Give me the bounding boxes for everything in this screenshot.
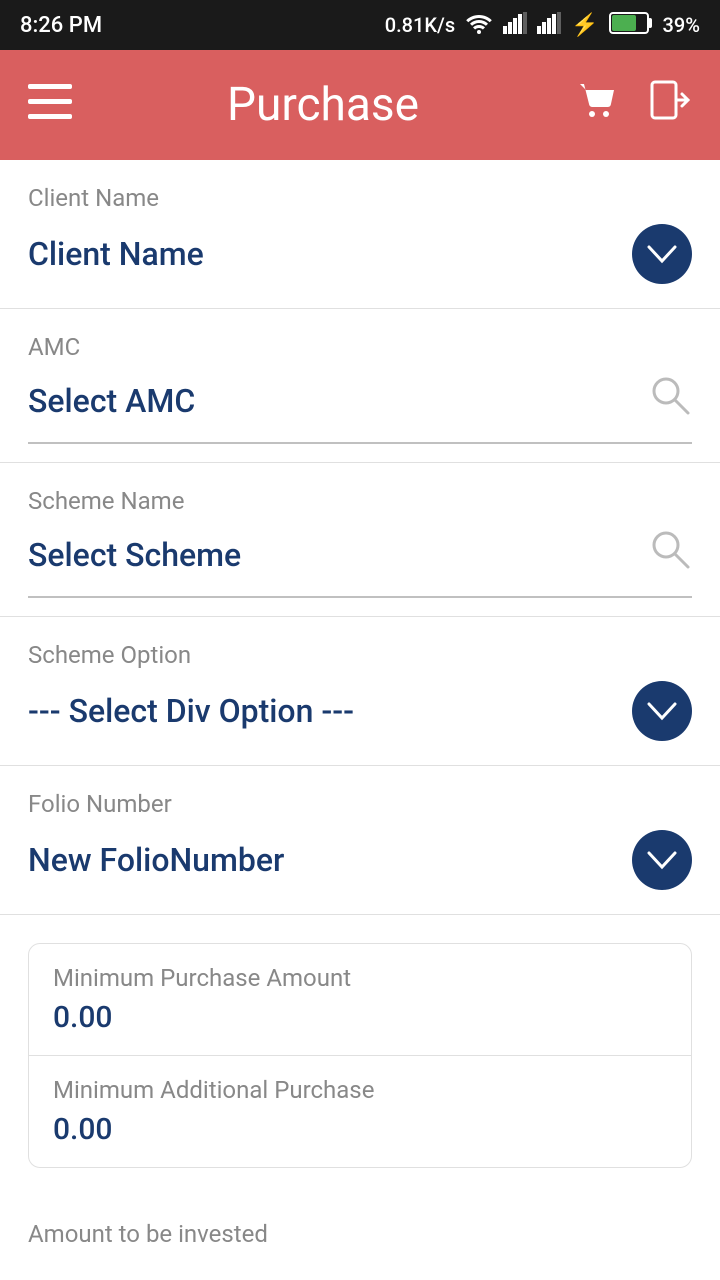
signal-icon <box>503 12 527 39</box>
client-name-value: Client Name <box>28 235 204 273</box>
client-name-field-group: Client Name Client Name <box>0 160 720 309</box>
min-purchase-value: 0.00 <box>53 1000 667 1035</box>
battery-icon <box>609 12 653 39</box>
folio-number-label: Folio Number <box>28 790 692 818</box>
scheme-option-label: Scheme Option <box>28 641 692 669</box>
menu-button[interactable] <box>28 82 72 128</box>
info-card: Minimum Purchase Amount 0.00 Minimum Add… <box>28 943 692 1168</box>
scheme-name-row[interactable]: Select Scheme <box>28 527 692 596</box>
amc-field-group: AMC Select AMC <box>0 309 720 463</box>
client-name-row[interactable]: Client Name <box>28 224 692 298</box>
status-icons: 0.81K/s ⚡ <box>385 12 700 39</box>
main-content: Client Name Client Name AMC Select AMC S… <box>0 160 720 1280</box>
min-additional-purchase-value: 0.00 <box>53 1112 667 1147</box>
nav-bar: Purchase <box>0 50 720 160</box>
scheme-option-field-group: Scheme Option --- Select Div Option --- <box>0 617 720 766</box>
scheme-option-row[interactable]: --- Select Div Option --- <box>28 681 692 755</box>
folio-number-value: New FolioNumber <box>28 841 284 879</box>
client-name-label: Client Name <box>28 184 692 212</box>
folio-number-field-group: Folio Number New FolioNumber <box>0 766 720 915</box>
battery-percent: 39% <box>663 13 700 37</box>
folio-number-dropdown[interactable] <box>632 830 692 890</box>
client-name-dropdown[interactable] <box>632 224 692 284</box>
status-time: 8:26 PM <box>20 13 102 38</box>
wifi-icon <box>465 12 493 39</box>
bolt-icon: ⚡ <box>571 13 598 38</box>
amc-search-icon[interactable] <box>648 373 692 428</box>
scheme-option-value: --- Select Div Option --- <box>28 692 354 730</box>
signal2-icon <box>537 12 561 39</box>
scheme-name-label: Scheme Name <box>28 487 692 515</box>
amount-section-label: Amount to be invested <box>0 1196 720 1256</box>
network-speed: 0.81K/s <box>385 13 455 37</box>
amc-placeholder: Select AMC <box>28 382 195 420</box>
scheme-name-placeholder: Select Scheme <box>28 536 241 574</box>
logout-button[interactable] <box>648 78 692 132</box>
page-title: Purchase <box>102 78 544 132</box>
min-additional-purchase-label: Minimum Additional Purchase <box>53 1076 667 1104</box>
amc-label: AMC <box>28 333 692 361</box>
min-purchase-row: Minimum Purchase Amount 0.00 <box>29 944 691 1055</box>
scheme-search-icon[interactable] <box>648 527 692 582</box>
scheme-option-dropdown[interactable] <box>632 681 692 741</box>
scheme-name-field-group: Scheme Name Select Scheme <box>0 463 720 617</box>
min-additional-purchase-row: Minimum Additional Purchase 0.00 <box>29 1055 691 1167</box>
status-bar: 8:26 PM 0.81K/s <box>0 0 720 50</box>
amc-row[interactable]: Select AMC <box>28 373 692 442</box>
folio-number-row[interactable]: New FolioNumber <box>28 830 692 904</box>
cart-button[interactable] <box>574 78 618 132</box>
min-purchase-label: Minimum Purchase Amount <box>53 964 667 992</box>
